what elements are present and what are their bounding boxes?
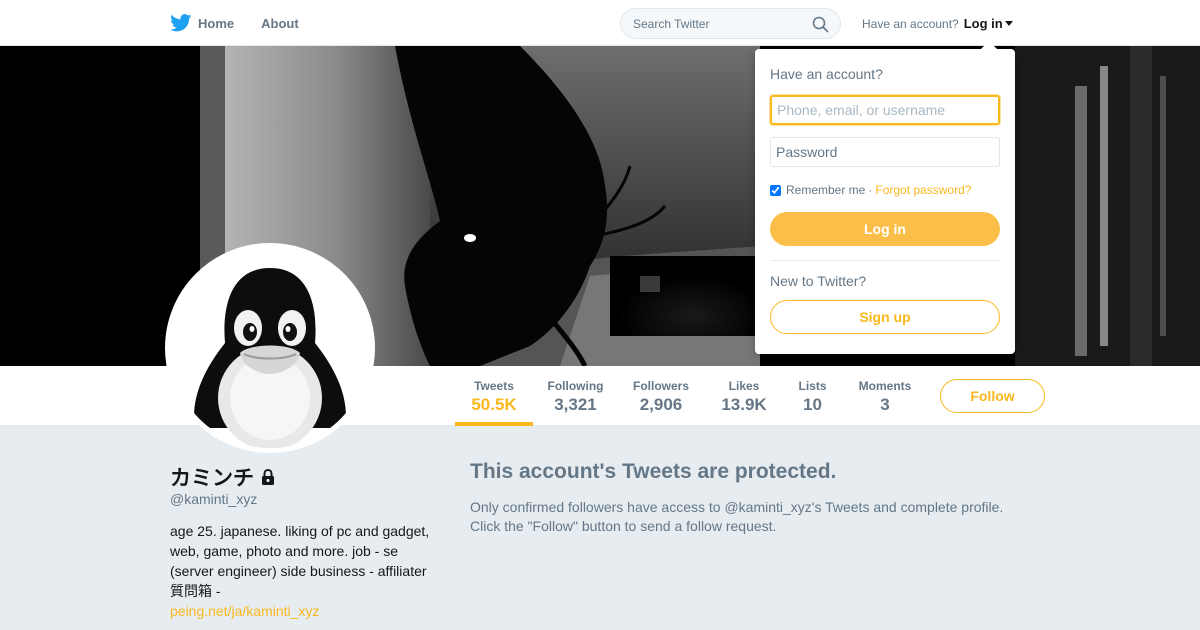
stat-label: Following [547, 379, 604, 393]
have-account-text: Have an account? [862, 16, 959, 31]
stat-label: Lists [798, 379, 827, 393]
stat-label: Likes [728, 379, 760, 393]
stat-likes[interactable]: Likes 13.9K [714, 366, 774, 426]
top-nav-bar: Home About Have an account? Log in [0, 0, 1200, 46]
profile-bio-link[interactable]: peing.net/ja/kaminti_xyz [170, 601, 319, 621]
stat-followers[interactable]: Followers 2,906 [628, 366, 694, 426]
login-heading: Have an account? [770, 66, 883, 82]
dropdown-divider [770, 260, 1000, 261]
dropdown-arrow [981, 41, 997, 49]
password-field[interactable] [770, 137, 1000, 167]
nav-home[interactable]: Home [170, 14, 234, 32]
stat-value: 3,321 [554, 395, 597, 414]
protected-body: Only confirmed followers have access to … [470, 499, 1004, 534]
stat-moments[interactable]: Moments 3 [853, 366, 917, 426]
login-toggle-label: Log in [963, 16, 1003, 31]
profile-bio: age 25. japanese. liking of pc and gadge… [170, 523, 430, 599]
profile-display-name: カミンチ [170, 467, 254, 490]
stat-following[interactable]: Following 3,321 [543, 366, 608, 426]
account-prompt: Have an account? Log in [862, 16, 1013, 31]
separator: · [868, 183, 873, 197]
remember-me-label: Remember me [786, 183, 866, 197]
stat-value: 3 [880, 395, 890, 414]
search-box [620, 8, 841, 39]
nav-about-label: About [261, 15, 299, 31]
new-to-twitter-heading: New to Twitter? [770, 273, 867, 289]
login-button[interactable]: Log in [770, 212, 1000, 246]
penguin-avatar-image [170, 248, 370, 448]
stat-value: 50.5K [471, 395, 517, 414]
stat-tweets[interactable]: Tweets 50.5K [455, 366, 533, 426]
remember-row: Remember me · Forgot password? [770, 183, 971, 197]
avatar[interactable] [165, 243, 375, 453]
profile-handle: @kaminti_xyz [170, 491, 258, 507]
search-input[interactable] [621, 9, 801, 38]
stat-value: 10 [803, 395, 822, 414]
stat-label: Moments [858, 379, 912, 393]
login-dropdown: Have an account? Remember me · Forgot pa… [755, 41, 1015, 354]
lock-icon [262, 468, 274, 485]
stat-value: 13.9K [721, 395, 767, 414]
remember-me-checkbox[interactable] [770, 184, 781, 196]
nav-about[interactable]: About [261, 16, 299, 31]
stat-value: 2,906 [639, 395, 683, 414]
forgot-password-link[interactable]: Forgot password? [875, 183, 971, 197]
stat-lists[interactable]: Lists 10 [790, 366, 835, 426]
chevron-down-icon [1004, 21, 1013, 26]
protected-title: This account's Tweets are protected. [470, 460, 837, 483]
follow-button[interactable]: Follow [940, 379, 1045, 413]
username-field[interactable] [770, 95, 1000, 125]
stat-label: Tweets [474, 379, 514, 393]
stat-label: Followers [632, 379, 689, 393]
nav-home-label: Home [198, 15, 235, 31]
login-dropdown-toggle[interactable]: Log in [964, 16, 1013, 31]
profile-name: カミンチ [170, 462, 277, 492]
search-icon[interactable] [812, 16, 829, 33]
nav-left: Home About [170, 0, 326, 46]
twitter-bird-icon [170, 14, 192, 32]
signup-button[interactable]: Sign up [770, 300, 1000, 334]
